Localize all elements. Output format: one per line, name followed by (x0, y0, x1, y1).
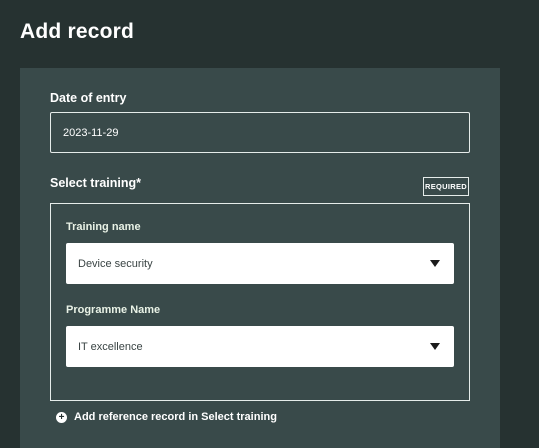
select-training-group: Training name Device security Programme … (50, 203, 470, 401)
date-of-entry-label: Date of entry (50, 91, 127, 105)
add-record-form: Date of entry Select training* REQUIRED … (20, 68, 500, 448)
programme-name-label: Programme Name (66, 304, 161, 316)
programme-name-value: IT excellence (78, 340, 143, 353)
date-of-entry-input[interactable] (50, 112, 470, 153)
add-reference-record-button[interactable]: + Add reference record in Select trainin… (56, 411, 277, 423)
chevron-down-icon (430, 260, 440, 267)
training-name-label: Training name (66, 221, 141, 233)
training-name-select[interactable]: Device security (66, 243, 454, 284)
plus-icon: + (56, 411, 67, 423)
required-badge: REQUIRED (423, 177, 469, 196)
add-reference-record-label: Add reference record in Select training (74, 411, 277, 423)
programme-name-select[interactable]: IT excellence (66, 326, 454, 367)
training-name-value: Device security (78, 257, 153, 270)
page-title: Add record (20, 20, 135, 43)
chevron-down-icon (430, 343, 440, 350)
select-training-label: Select training* (50, 176, 141, 190)
